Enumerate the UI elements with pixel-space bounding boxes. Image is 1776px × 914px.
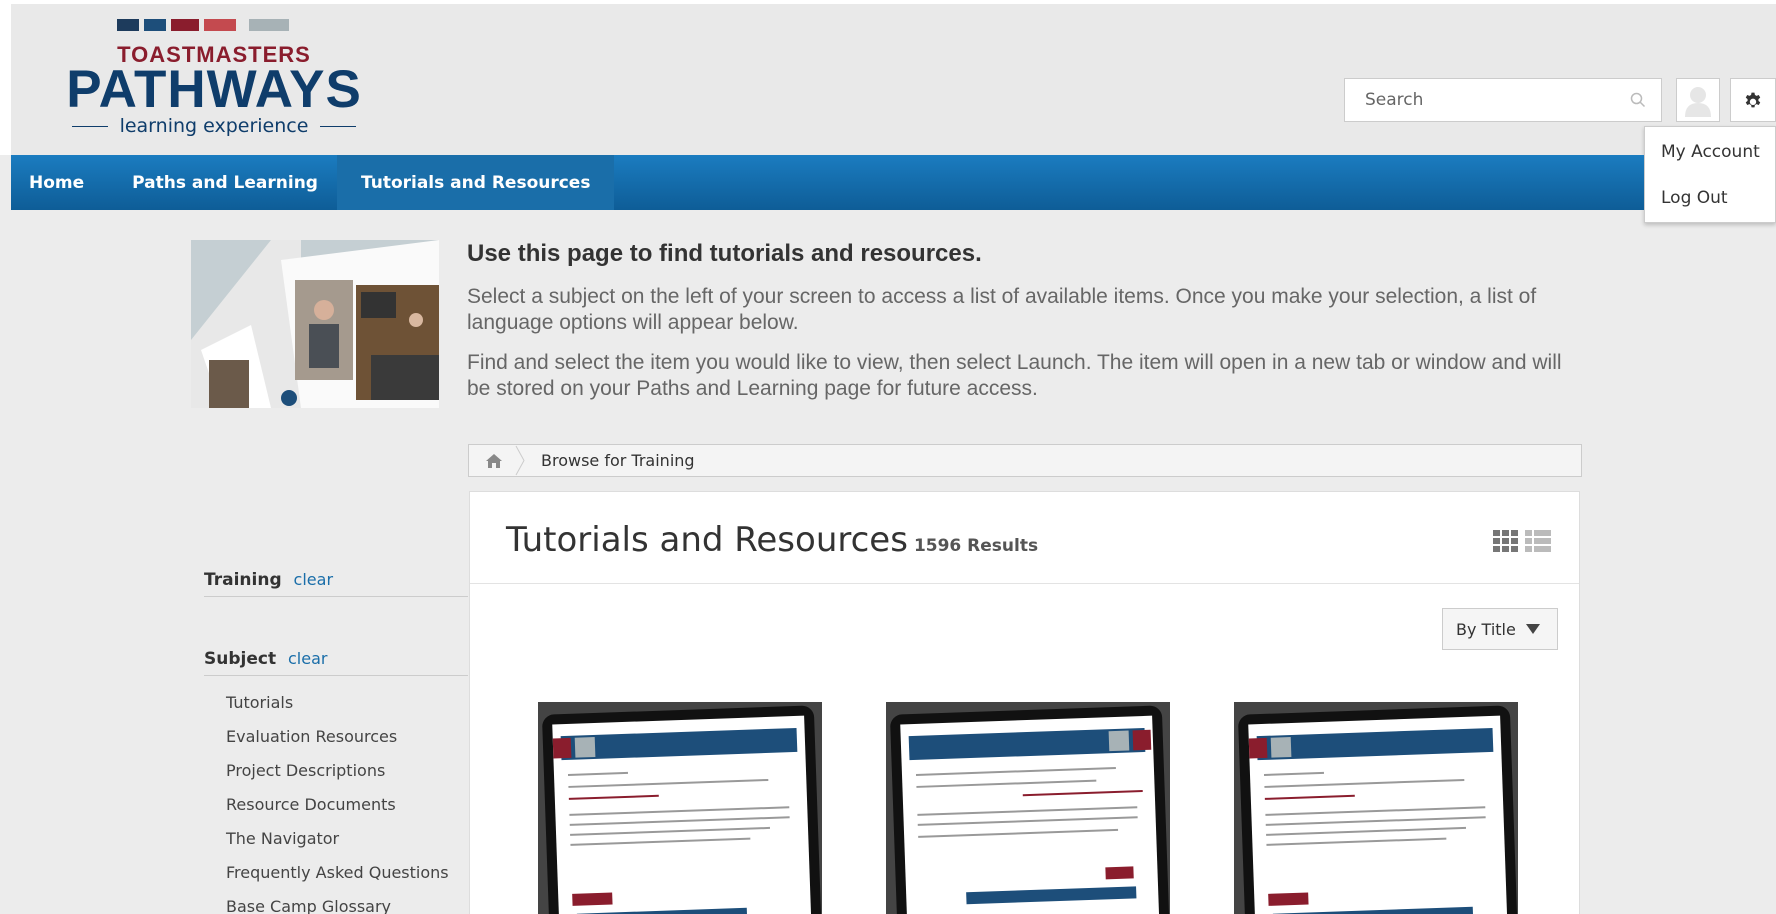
resource-card[interactable] xyxy=(538,702,822,914)
resource-card[interactable] xyxy=(886,702,1170,914)
user-avatar-icon xyxy=(1685,87,1711,117)
user-menu-dropdown: My Account Log Out xyxy=(1644,126,1776,223)
results-header: Tutorials and Resources 1596 Results xyxy=(470,492,1579,584)
gear-icon xyxy=(1745,92,1761,108)
menu-item-log-out[interactable]: Log Out xyxy=(1645,188,1775,208)
sort-label: By Title xyxy=(1456,619,1516,639)
subject-item-project-descriptions[interactable]: Project Descriptions xyxy=(226,761,449,795)
resource-thumbnail xyxy=(889,705,1170,914)
results-title: Tutorials and Resources 1596 Results xyxy=(506,520,1038,560)
list-view-icon[interactable] xyxy=(1525,530,1551,552)
results-title-text: Tutorials and Resources xyxy=(506,520,908,560)
chevron-right-icon xyxy=(515,445,525,476)
subject-item-tutorials[interactable]: Tutorials xyxy=(226,693,449,727)
subject-item-resource-documents[interactable]: Resource Documents xyxy=(226,795,449,829)
breadcrumb-current: Browse for Training xyxy=(541,451,695,470)
training-filter-heading: Training clear xyxy=(204,570,333,590)
home-icon xyxy=(486,453,502,468)
subject-item-the-navigator[interactable]: The Navigator xyxy=(226,829,449,863)
results-count: 1596 Results xyxy=(913,536,1039,556)
search-box xyxy=(1344,78,1662,122)
intro-title: Use this page to find tutorials and reso… xyxy=(467,240,982,267)
intro-paragraph-2: Find and select the item you would like … xyxy=(467,351,1562,400)
subject-item-evaluation-resources[interactable]: Evaluation Resources xyxy=(226,727,449,761)
subject-clear-link[interactable]: clear xyxy=(288,649,327,668)
search-input[interactable] xyxy=(1345,90,1615,110)
logo-subtitle-text: learning experience xyxy=(119,115,309,137)
nav-item-paths-and-learning[interactable]: Paths and Learning xyxy=(113,155,337,210)
subject-heading-text: Subject xyxy=(204,649,277,669)
search-icon[interactable] xyxy=(1629,91,1647,109)
subject-filter-heading: Subject clear xyxy=(204,649,327,669)
subject-item-base-camp-glossary[interactable]: Base Camp Glossary xyxy=(226,897,449,914)
grid-view-icon[interactable] xyxy=(1493,530,1519,552)
logo-color-bars xyxy=(117,19,371,31)
resource-thumbnail xyxy=(541,705,822,914)
subject-item-faq[interactable]: Frequently Asked Questions xyxy=(226,863,449,897)
breadcrumb: Browse for Training xyxy=(468,444,1582,477)
breadcrumb-home[interactable] xyxy=(469,445,525,476)
divider xyxy=(204,596,468,597)
training-clear-link[interactable]: clear xyxy=(294,570,333,589)
results-panel: Tutorials and Resources 1596 Results By T… xyxy=(469,491,1580,914)
avatar-button[interactable] xyxy=(1676,78,1720,122)
sort-dropdown[interactable]: By Title xyxy=(1442,608,1558,650)
nav-item-tutorials-and-resources[interactable]: Tutorials and Resources xyxy=(336,155,615,210)
nav-item-home[interactable]: Home xyxy=(11,155,113,210)
subject-list: Tutorials Evaluation Resources Project D… xyxy=(226,693,449,914)
training-heading-text: Training xyxy=(204,570,282,590)
intro-paragraph-1: Select a subject on the left of your scr… xyxy=(467,285,1537,334)
hero-image xyxy=(191,240,439,408)
main-nav: Home Paths and Learning Tutorials and Re… xyxy=(11,155,1644,210)
settings-button[interactable] xyxy=(1730,78,1776,122)
logo-pathways-text: PATHWAYS xyxy=(66,60,362,119)
divider xyxy=(204,675,468,676)
resource-thumbnail xyxy=(1237,705,1518,914)
caret-down-icon xyxy=(1525,624,1540,634)
toastmasters-pathways-logo[interactable]: TOASTMASTERS PATHWAYS learning experienc… xyxy=(57,19,371,144)
resource-card[interactable] xyxy=(1234,702,1518,914)
menu-item-my-account[interactable]: My Account xyxy=(1645,142,1775,162)
